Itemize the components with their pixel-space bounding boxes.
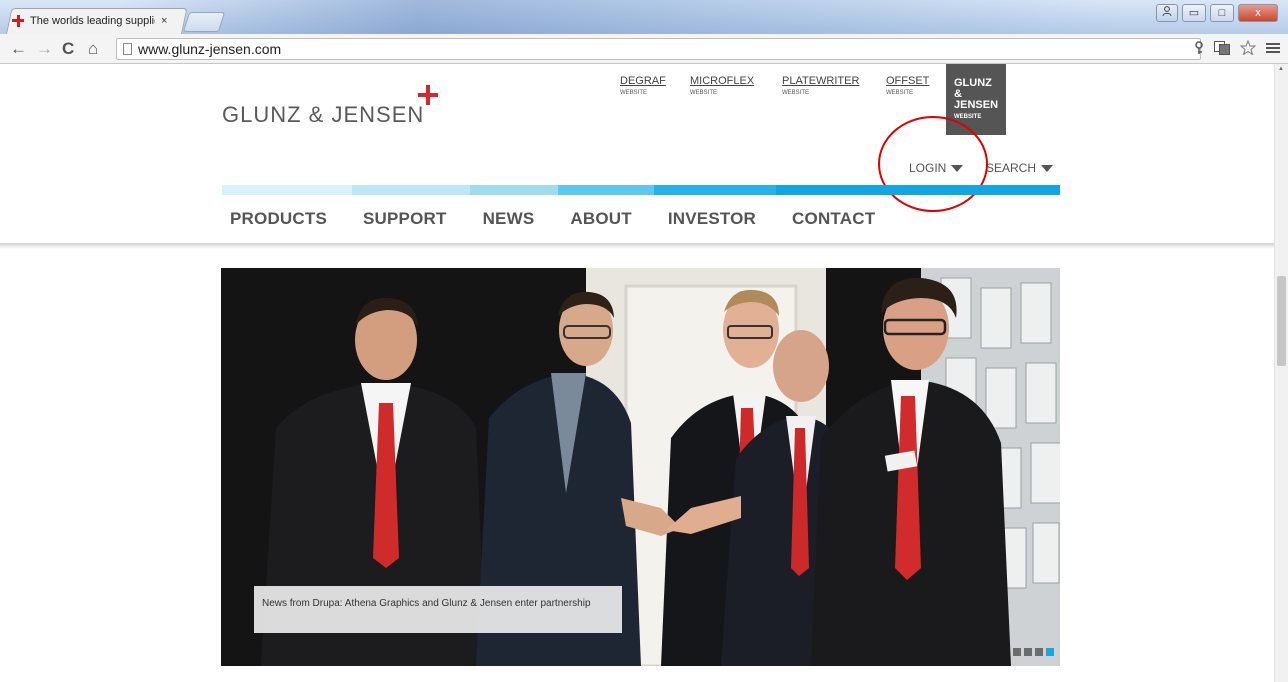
site-link-label: PLATEWRITER xyxy=(782,75,860,87)
site-link-label: GLUNZ & JENSEN xyxy=(954,77,999,111)
address-bar[interactable]: www.glunz-jensen.com xyxy=(116,38,1201,60)
browser-tab-content[interactable]: The worlds leading supplier × xyxy=(12,10,180,32)
tab-title: The worlds leading supplier xyxy=(30,15,155,27)
site-link-offset[interactable]: OFFSET WEBSITE xyxy=(886,76,929,99)
nav-about[interactable]: ABOUT xyxy=(570,209,631,229)
user-icon xyxy=(1162,6,1172,17)
nav-products[interactable]: PRODUCTS xyxy=(230,209,327,229)
site-link-sub: WEBSITE xyxy=(620,90,648,96)
page-icon xyxy=(123,43,132,55)
hero-slideshow[interactable]: News from Drupa: Athena Graphics and Glu… xyxy=(221,268,1060,666)
slide-dot-active[interactable] xyxy=(1046,648,1054,656)
chevron-down-icon xyxy=(1041,164,1054,172)
key-icon[interactable] xyxy=(1194,40,1204,55)
slide-dot[interactable] xyxy=(1013,648,1021,656)
forward-icon[interactable]: → xyxy=(36,39,53,59)
slide-indicators xyxy=(1013,648,1054,656)
browser-toolbar: ← → C ⌂ www.glunz-jensen.com xyxy=(0,34,1288,64)
site-favicon-icon xyxy=(12,15,24,27)
site-logo[interactable]: GLUNZ & JENSEN xyxy=(222,102,424,128)
tab-close-icon[interactable]: × xyxy=(161,15,167,27)
color-stripe xyxy=(222,185,1060,195)
scroll-thumb[interactable] xyxy=(1277,276,1286,366)
scroll-up-icon[interactable]: ▲ xyxy=(1278,66,1284,72)
window-controls: ▭ □ x xyxy=(1156,4,1278,22)
close-window-button[interactable]: x xyxy=(1238,4,1278,22)
hero-caption[interactable]: News from Drupa: Athena Graphics and Glu… xyxy=(254,586,622,633)
new-tab-button[interactable] xyxy=(182,12,226,32)
site-link-platewriter[interactable]: PLATEWRITER WEBSITE xyxy=(782,76,859,99)
nav-contact[interactable]: CONTACT xyxy=(792,209,875,229)
page-scrollbar[interactable]: ▲ xyxy=(1274,64,1288,682)
logo-cross-icon xyxy=(418,85,438,105)
site-link-sub: WEBSITE xyxy=(954,114,982,120)
translate-icon[interactable] xyxy=(1214,40,1230,55)
site-link-label: MICROFLEX xyxy=(690,75,755,87)
browser-titlebar: The worlds leading supplier × ▭ □ x xyxy=(0,0,1288,34)
main-navigation: PRODUCTS SUPPORT NEWS ABOUT INVESTOR CON… xyxy=(230,209,911,229)
site-link-sub: WEBSITE xyxy=(782,90,810,96)
annotation-circle xyxy=(878,116,988,212)
site-link-label: DEGRAF xyxy=(620,75,666,87)
site-link-microflex[interactable]: MICROFLEX WEBSITE xyxy=(690,76,754,99)
menu-icon[interactable] xyxy=(1266,42,1280,54)
slide-dot[interactable] xyxy=(1024,648,1032,656)
site-link-label: OFFSET xyxy=(886,75,930,87)
site-link-degraf[interactable]: DEGRAF WEBSITE xyxy=(620,76,666,99)
slide-dot[interactable] xyxy=(1035,648,1043,656)
site-link-sub: WEBSITE xyxy=(886,90,914,96)
web-page: GLUNZ & JENSEN DEGRAF WEBSITE MICROFLEX … xyxy=(0,64,1274,682)
nav-investor[interactable]: INVESTOR xyxy=(668,209,756,229)
user-profile-icon[interactable] xyxy=(1156,4,1178,22)
reload-icon[interactable]: C xyxy=(62,39,74,59)
site-link-sub: WEBSITE xyxy=(690,90,718,96)
nav-divider xyxy=(0,243,1274,249)
maximize-button[interactable]: □ xyxy=(1210,4,1234,22)
nav-news[interactable]: NEWS xyxy=(483,209,535,229)
url-text: www.glunz-jensen.com xyxy=(138,41,282,57)
home-icon[interactable]: ⌂ xyxy=(88,39,98,59)
nav-support[interactable]: SUPPORT xyxy=(363,209,447,229)
minimize-button[interactable]: ▭ xyxy=(1182,4,1206,22)
back-icon[interactable]: ← xyxy=(10,39,27,59)
search-button[interactable]: SEARCH xyxy=(986,161,1054,175)
search-label: SEARCH xyxy=(986,161,1037,175)
star-icon[interactable] xyxy=(1240,40,1256,55)
